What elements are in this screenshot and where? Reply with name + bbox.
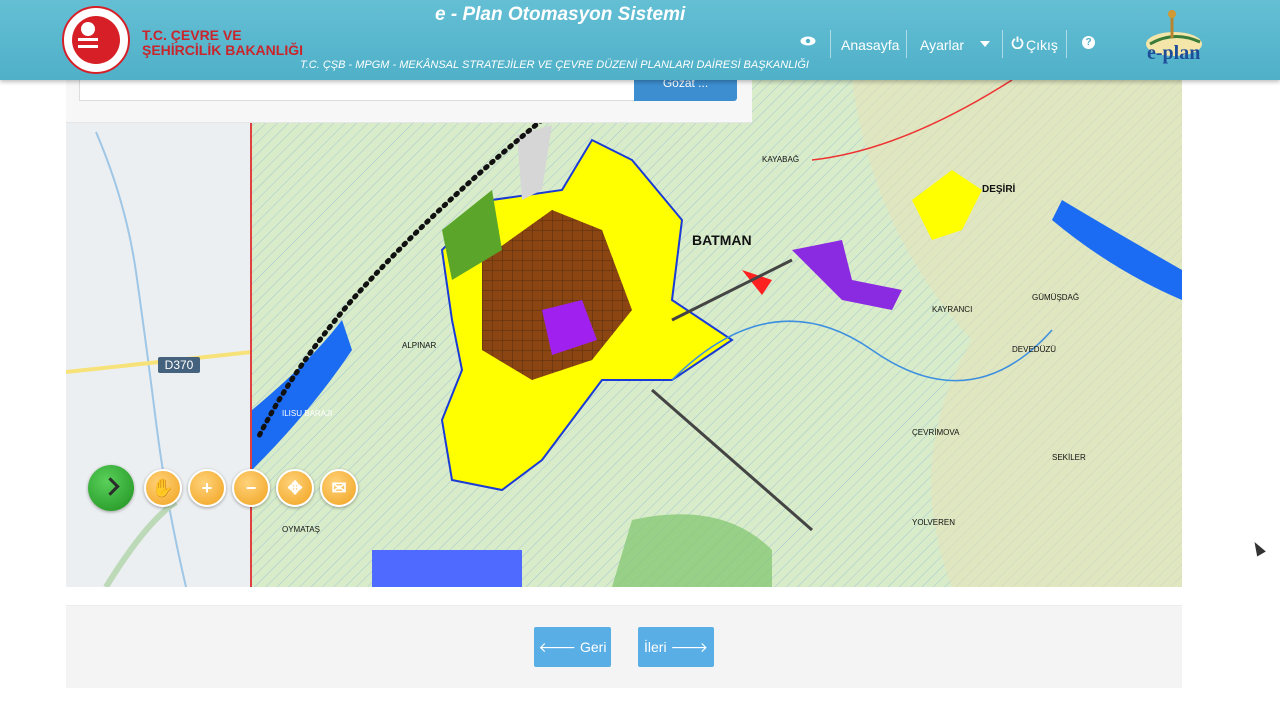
eye-icon[interactable] — [800, 36, 816, 46]
clear-icon[interactable]: ✉ — [320, 469, 358, 507]
ministry-name-line2: ŞEHİRCİLİK BAKANLIĞI — [142, 42, 303, 58]
system-title: e - Plan Otomasyon Sistemi — [435, 4, 686, 25]
map-place-label: GÜMÜŞDAĞ — [1032, 293, 1079, 302]
zoom-out-icon[interactable]: − — [232, 469, 270, 507]
map-place-label: YOLVEREN — [912, 518, 955, 527]
map-place-label: ILISU BARAJI — [282, 409, 332, 418]
map-place-label: KAYABAĞ — [762, 155, 799, 164]
road-shield-label: D370 — [158, 357, 200, 373]
map-place-label: ÇEVRİMOVA — [912, 428, 960, 437]
back-button[interactable]: 🡐 Geri — [534, 627, 611, 667]
nav-settings-dropdown[interactable]: Ayarlar — [920, 37, 964, 53]
map-place-label: SEKİLER — [1052, 453, 1086, 462]
browse-button[interactable]: Gözat ... — [634, 77, 737, 101]
zoom-in-icon[interactable]: + — [188, 469, 226, 507]
basemap-panel[interactable] — [66, 122, 252, 587]
map-place-label: OYMATAŞ — [282, 525, 320, 534]
nav-divider — [1066, 30, 1067, 58]
nav-logout-link[interactable]: Çıkış — [1026, 37, 1058, 53]
power-icon[interactable] — [1011, 36, 1024, 49]
map-place-label: BATMAN — [692, 232, 752, 248]
help-icon[interactable]: ? — [1082, 36, 1095, 49]
ministry-name-line1: T.C. ÇEVRE VE — [142, 27, 242, 43]
go-icon[interactable] — [88, 465, 134, 511]
arrow-left-icon: 🡐 — [538, 639, 580, 655]
plan-boundary-line — [250, 122, 252, 587]
map-place-label: KAYRANCI — [932, 305, 972, 314]
mouse-cursor-icon — [1250, 539, 1266, 557]
ministry-logo-icon[interactable] — [62, 6, 130, 74]
arrow-right-icon: 🡒 — [666, 639, 708, 655]
app-header: T.C. ÇEVRE VE ŞEHİRCİLİK BAKANLIĞI e - P… — [0, 0, 1280, 80]
pan-hand-icon[interactable]: ✋ — [144, 469, 182, 507]
back-button-label: Geri — [579, 639, 607, 655]
nav-divider — [1002, 30, 1003, 58]
map-place-label: DEŞİRİ — [982, 182, 1016, 195]
nav-home-link[interactable]: Anasayfa — [841, 37, 899, 53]
file-path-input[interactable] — [79, 80, 636, 101]
nav-divider — [830, 30, 831, 58]
app-logo-text: e-plan — [1147, 42, 1201, 64]
next-button[interactable]: İleri 🡒 — [638, 627, 714, 667]
ministry-name: T.C. ÇEVRE VE ŞEHİRCİLİK BAKANLIĞI — [142, 28, 312, 58]
chevron-down-icon[interactable] — [980, 41, 990, 47]
next-button-label: İleri — [644, 639, 667, 655]
full-extent-icon[interactable]: ✥ — [276, 469, 314, 507]
wizard-footer — [66, 605, 1182, 688]
nav-divider — [906, 30, 907, 58]
plan-map-canvas[interactable]: BATMAN DEŞİRİ ALPINAR KAYABAĞ ÇEVRİMOVA … — [252, 80, 1182, 587]
map-place-label: ALPINAR — [402, 341, 436, 350]
map-place-label: DEVEDÜZÜ — [1012, 345, 1056, 354]
department-subtitle: T.C. ÇŞB - MPGM - MEKÂNSAL STRATEJİLER V… — [300, 59, 809, 71]
